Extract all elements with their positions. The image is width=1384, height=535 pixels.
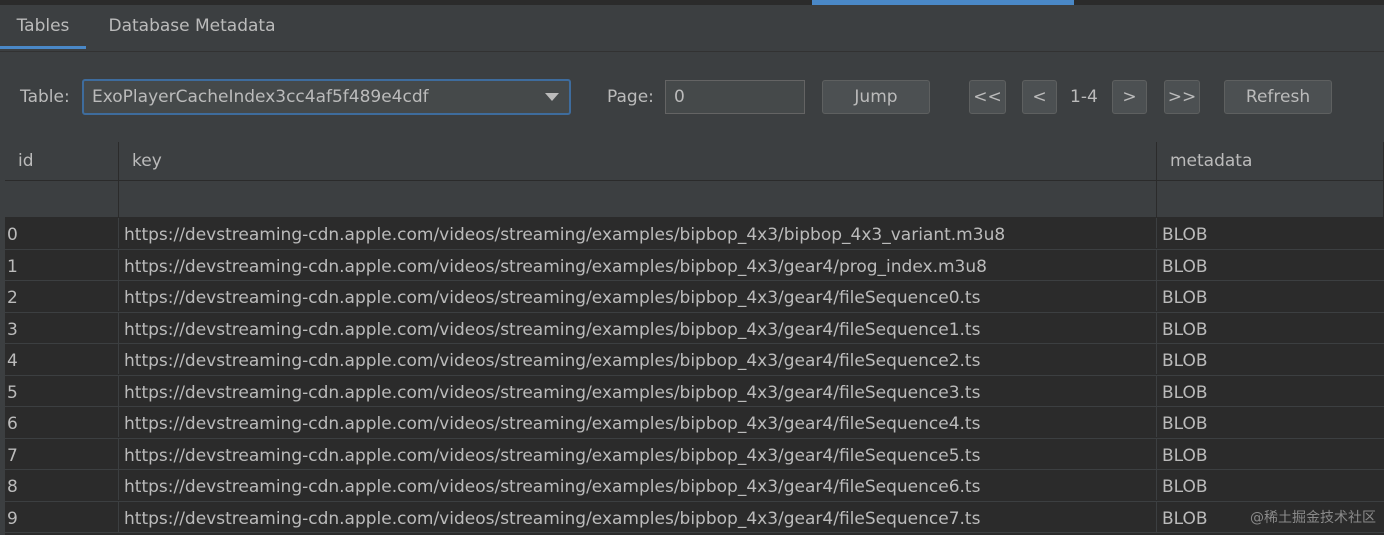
table-row[interactable]: 6 https://devstreaming-cdn.apple.com/vide…: [5, 407, 1384, 439]
cell-metadata[interactable]: BLOB: [1157, 376, 1384, 406]
data-table: id key metadata 0 https://devstreaming-cd…: [5, 142, 1384, 535]
watermark-text: @稀土掘金技术社区: [1250, 510, 1376, 526]
cell-metadata[interactable]: BLOB: [1157, 281, 1384, 311]
cell-id[interactable]: 6: [5, 407, 119, 437]
page-range-text: 1-4: [1070, 87, 1098, 107]
table-body: 0 https://devstreaming-cdn.apple.com/vide…: [5, 218, 1384, 533]
table-select-value: ExoPlayerCacheIndex3cc4af5f489e4cdf: [92, 87, 429, 107]
table-row[interactable]: 1 https://devstreaming-cdn.apple.com/vide…: [5, 249, 1384, 281]
last-page-button[interactable]: >>: [1164, 80, 1200, 114]
jump-button[interactable]: Jump: [822, 80, 930, 114]
filter-input-metadata[interactable]: [1157, 181, 1384, 217]
cell-key[interactable]: https://devstreaming-cdn.apple.com/video…: [119, 438, 1157, 469]
chevron-down-icon: [545, 93, 559, 101]
cell-metadata[interactable]: BLOB: [1157, 439, 1384, 469]
column-header-id[interactable]: id: [5, 142, 119, 180]
cell-id[interactable]: 2: [5, 281, 119, 311]
next-page-button[interactable]: >: [1112, 80, 1147, 114]
cell-metadata[interactable]: BLOB: [1157, 407, 1384, 437]
cell-key[interactable]: https://devstreaming-cdn.apple.com/video…: [119, 312, 1157, 343]
tab-database-metadata[interactable]: Database Metadata: [96, 5, 288, 49]
cell-metadata[interactable]: BLOB: [1157, 470, 1384, 500]
cell-key[interactable]: https://devstreaming-cdn.apple.com/video…: [119, 344, 1157, 374]
cell-id[interactable]: 9: [5, 501, 119, 532]
cell-key[interactable]: https://devstreaming-cdn.apple.com/video…: [119, 407, 1157, 437]
table-row[interactable]: 8 https://devstreaming-cdn.apple.com/vide…: [5, 470, 1384, 502]
cell-key[interactable]: https://devstreaming-cdn.apple.com/video…: [119, 281, 1157, 311]
page-label: Page:: [607, 87, 654, 107]
table-row[interactable]: 9 https://devstreaming-cdn.apple.com/vide…: [5, 501, 1384, 533]
filter-input-id[interactable]: [5, 181, 119, 217]
first-page-button[interactable]: <<: [969, 80, 1006, 114]
table-select[interactable]: ExoPlayerCacheIndex3cc4af5f489e4cdf: [82, 79, 571, 115]
cell-id[interactable]: 7: [5, 438, 119, 469]
page-input[interactable]: [665, 80, 805, 114]
table-row[interactable]: 2 https://devstreaming-cdn.apple.com/vide…: [5, 281, 1384, 313]
cell-metadata[interactable]: BLOB: [1157, 250, 1384, 280]
cell-id[interactable]: 0: [5, 218, 119, 248]
cell-key[interactable]: https://devstreaming-cdn.apple.com/video…: [119, 249, 1157, 280]
tab-tables[interactable]: Tables: [0, 5, 86, 49]
cell-id[interactable]: 1: [5, 249, 119, 280]
cell-metadata[interactable]: BLOB: [1157, 313, 1384, 343]
cell-key[interactable]: https://devstreaming-cdn.apple.com/video…: [119, 375, 1157, 406]
table-row[interactable]: 5 https://devstreaming-cdn.apple.com/vide…: [5, 375, 1384, 407]
table-row[interactable]: 0 https://devstreaming-cdn.apple.com/vide…: [5, 218, 1384, 250]
cell-key[interactable]: https://devstreaming-cdn.apple.com/video…: [119, 501, 1157, 532]
column-header-metadata[interactable]: metadata: [1157, 142, 1384, 180]
prev-page-button[interactable]: <: [1022, 80, 1057, 114]
cell-metadata[interactable]: BLOB: [1157, 344, 1384, 374]
cell-key[interactable]: https://devstreaming-cdn.apple.com/video…: [119, 470, 1157, 500]
cell-id[interactable]: 5: [5, 375, 119, 406]
refresh-button[interactable]: Refresh: [1224, 80, 1332, 114]
filter-input-key[interactable]: [119, 181, 1157, 217]
cell-metadata[interactable]: BLOB: [1157, 218, 1384, 248]
table-header: id key metadata: [5, 142, 1384, 181]
table-label: Table:: [20, 87, 70, 107]
cell-id[interactable]: 8: [5, 470, 119, 500]
table-row[interactable]: 3 https://devstreaming-cdn.apple.com/vide…: [5, 312, 1384, 344]
toolbar: Table: ExoPlayerCacheIndex3cc4af5f489e4c…: [0, 64, 1384, 132]
column-header-key[interactable]: key: [119, 142, 1157, 180]
cell-key[interactable]: https://devstreaming-cdn.apple.com/video…: [119, 218, 1157, 248]
filter-row: [5, 181, 1384, 218]
table-row[interactable]: 4 https://devstreaming-cdn.apple.com/vide…: [5, 344, 1384, 376]
cell-id[interactable]: 4: [5, 344, 119, 374]
cell-id[interactable]: 3: [5, 312, 119, 343]
tab-bar: Tables Database Metadata: [0, 5, 1384, 52]
table-row[interactable]: 7 https://devstreaming-cdn.apple.com/vide…: [5, 438, 1384, 470]
